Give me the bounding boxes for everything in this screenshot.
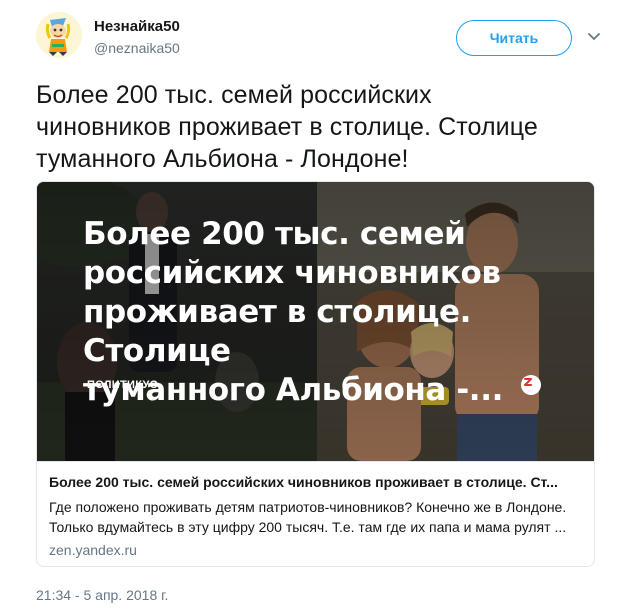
user-name[interactable]: Незнайка50 [94, 17, 180, 37]
user-handle[interactable]: @neznaika50 [94, 39, 180, 57]
card-image-title-line: проживает в столице. Столице [83, 294, 472, 369]
tweet-text-line: Более 200 тыс. семей российских [36, 81, 432, 109]
avatar-image [36, 12, 82, 58]
link-card[interactable]: Более 200 тыс. семей российских чиновник… [36, 181, 595, 567]
card-title[interactable]: Более 200 тыс. семей российских чиновник… [49, 472, 589, 492]
card-description-line: Только вдумайтесь в эту цифру 200 тысяч.… [49, 519, 567, 535]
tweet-text-line: чиновников проживает в столице. Столице [36, 113, 538, 141]
card-image-source: ПОЛИТИКУС [87, 379, 158, 391]
avatar[interactable] [36, 12, 82, 58]
card-domain: zen.yandex.ru [49, 542, 137, 558]
card-description: Где положено проживать детям патриотов-ч… [49, 497, 589, 537]
card-description-line: Где положено проживать детям патриотов-ч… [49, 499, 567, 515]
zen-logo-glyph [522, 376, 534, 388]
tweet-text-line: туманного Альбиона - Лондоне! [36, 145, 409, 173]
tweet-text: Более 200 тыс. семей российских чиновник… [36, 79, 606, 175]
card-image-title-line: российских чиновников [83, 255, 501, 291]
tweet-timestamp[interactable]: 21:34 - 5 апр. 2018 г. [36, 585, 168, 605]
zen-logo-icon [521, 375, 541, 395]
card-image[interactable]: Более 200 тыс. семей российских чиновник… [37, 182, 594, 461]
chevron-down-icon [588, 33, 600, 41]
more-options-button[interactable] [585, 28, 603, 46]
tweet: Незнайка50 @neznaika50 Читать Более 200 … [0, 0, 630, 616]
card-image-title-line: Более 200 тыс. семей [83, 216, 466, 252]
card-body[interactable]: Более 200 тыс. семей российских чиновник… [37, 461, 594, 566]
follow-button[interactable]: Читать [456, 20, 572, 56]
